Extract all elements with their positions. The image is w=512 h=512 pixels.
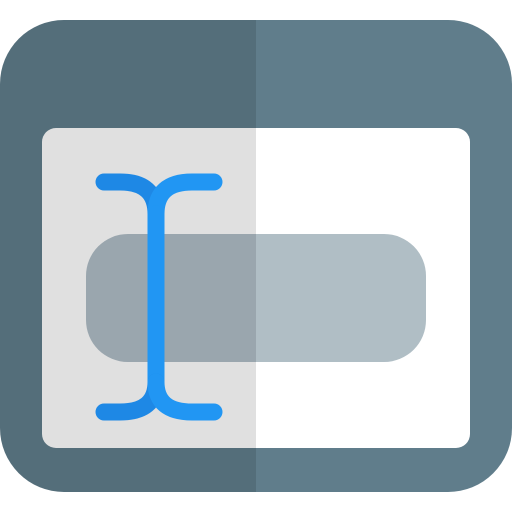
text-field <box>86 234 426 362</box>
text-input-cursor-icon <box>0 0 512 512</box>
text-input-cursor-icon-svg <box>0 20 512 492</box>
